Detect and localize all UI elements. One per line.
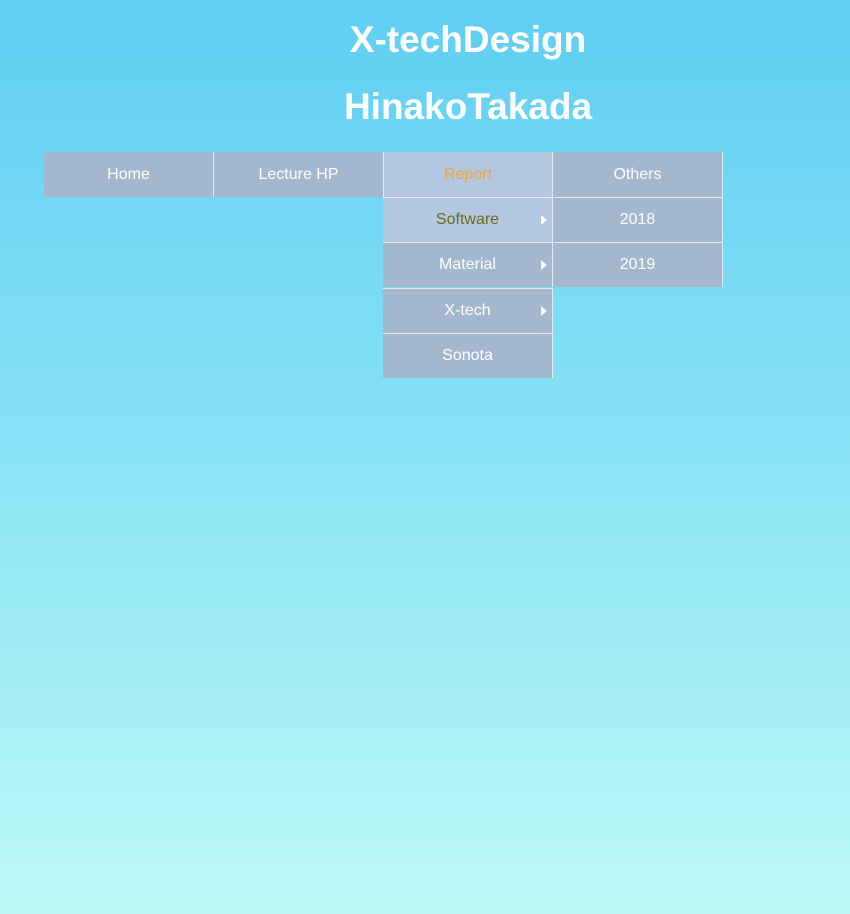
submenu-item-material[interactable]: Material xyxy=(383,242,553,287)
author-name: HinakoTakada xyxy=(343,86,593,127)
submenu-item-x-tech[interactable]: X-tech xyxy=(383,288,553,333)
nav-item-others[interactable]: Others xyxy=(553,152,723,197)
nav-item-label: Lecture HP xyxy=(258,165,339,183)
site-title: X-techDesign xyxy=(349,19,587,60)
caret-right-icon xyxy=(541,306,547,316)
nav-item-lecture-hp[interactable]: Lecture HP xyxy=(214,152,384,197)
submenu-item-label: X-tech xyxy=(444,302,491,319)
submenu-item-label: Software xyxy=(435,211,500,228)
nav-item-home[interactable]: Home xyxy=(44,152,214,197)
submenu-item-software[interactable]: Software xyxy=(383,197,553,242)
submenu-item-2019[interactable]: 2019 xyxy=(553,242,723,287)
submenu-item-2018[interactable]: 2018 xyxy=(553,197,723,242)
nav-item-label: Report xyxy=(443,165,493,183)
nav-item-label: Home xyxy=(107,165,150,183)
submenu-item-sonota[interactable]: Sonota xyxy=(383,333,553,378)
submenu-item-label: 2019 xyxy=(619,256,656,273)
submenu-item-label: Material xyxy=(439,256,496,273)
caret-right-icon xyxy=(541,215,547,225)
nav-item-label: Others xyxy=(613,165,662,183)
submenu-item-label: 2018 xyxy=(619,211,656,228)
caret-right-icon xyxy=(541,260,547,270)
submenu-item-label: Sonota xyxy=(442,347,493,364)
nav-item-report[interactable]: Report xyxy=(383,152,553,197)
